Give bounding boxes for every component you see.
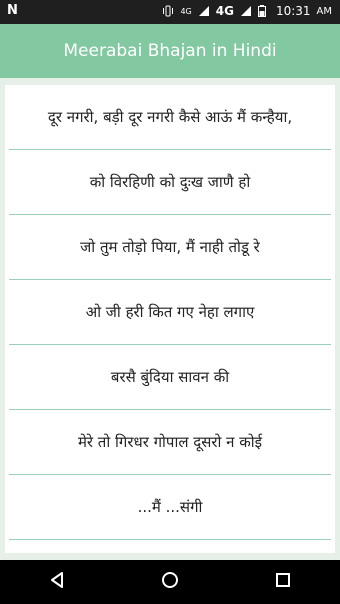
content-area: दूर नगरी, बड़ी दूर नगरी कैसे आऊं मैं कन्… [0, 78, 340, 560]
status-bar: N 4G 4G 10:31 AM [0, 0, 340, 24]
home-button[interactable] [150, 562, 190, 602]
list-item[interactable]: को विरहिणी को दुःख जाणै हो [9, 150, 331, 215]
recents-button[interactable] [263, 562, 303, 602]
back-icon [48, 571, 66, 593]
list-item-label: ओ जी हरी कित गए नेहा लगाए [85, 303, 255, 321]
list-item-label: बरसै बुंदिया सावन की [110, 368, 230, 386]
list-item[interactable]: ओ जी हरी कित गए नेहा लगाए [9, 280, 331, 345]
clock-time: 10:31 [275, 4, 311, 18]
signal-icon-2 [240, 5, 252, 17]
network-4g-small-label: 4G [180, 6, 192, 16]
status-icons: 4G 4G 10:31 AM [162, 4, 332, 18]
list-item[interactable]: ...मैं ...संगी [9, 475, 331, 540]
system-nav-bar [0, 560, 340, 604]
list-item-label: ...मैं ...संगी [137, 498, 203, 516]
back-button[interactable] [37, 562, 77, 602]
list-item-label: दूर नगरी, बड़ी दूर नगरी कैसे आऊं मैं कन्… [47, 108, 293, 126]
list-item-label: मेरे तो गिरधर गोपाल दूसरो न कोई [77, 433, 263, 451]
page-title: Meerabai Bhajan in Hindi [63, 41, 277, 61]
list-item[interactable]: बरसै बुंदिया सावन की [9, 345, 331, 410]
list-item[interactable]: मेरे तो गिरधर गोपाल दूसरो न कोई [9, 410, 331, 475]
network-4g-label: 4G [215, 4, 234, 18]
list-item[interactable]: जो तुम तोड़ो पिया, मैं नाही तोडू रे [9, 215, 331, 280]
vibrate-icon [162, 5, 174, 17]
app-notification-icon: N [7, 3, 18, 18]
home-icon [161, 571, 179, 593]
signal-icon-1 [198, 5, 210, 17]
battery-icon [257, 5, 270, 17]
list-item-label: जो तुम तोड़ो पिया, मैं नाही तोडू रे [80, 238, 260, 256]
recents-icon [275, 572, 291, 592]
clock-ampm: AM [316, 5, 332, 17]
list-item-label: को विरहिणी को दुःख जाणै हो [89, 173, 251, 191]
bhajan-list[interactable]: दूर नगरी, बड़ी दूर नगरी कैसे आऊं मैं कन्… [5, 85, 335, 553]
app-bar: Meerabai Bhajan in Hindi [0, 24, 340, 78]
list-item[interactable]: दूर नगरी, बड़ी दूर नगरी कैसे आऊं मैं कन्… [9, 85, 331, 150]
